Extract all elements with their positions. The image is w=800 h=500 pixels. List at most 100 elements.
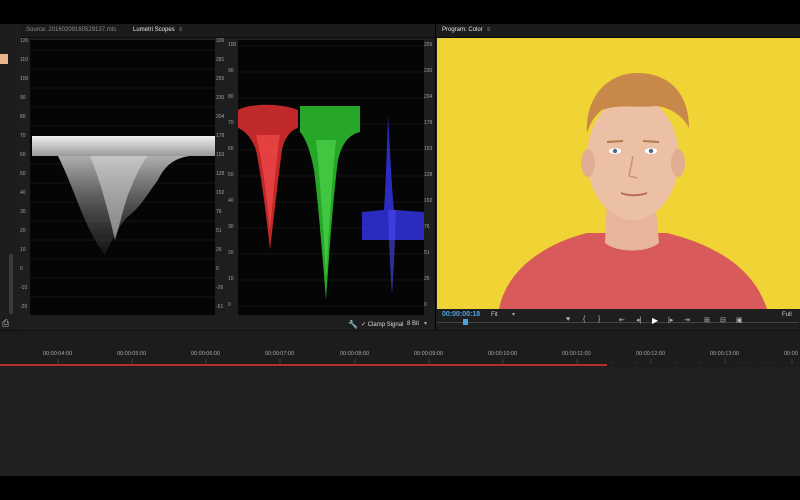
- rgb-right-tick: 230: [424, 68, 433, 74]
- luma-waveform-graph: [30, 49, 215, 298]
- rgb-left-tick: 100: [228, 42, 237, 48]
- ruler-timecode: 00:00: [784, 351, 798, 357]
- luma-right-tick: 281: [216, 57, 225, 63]
- luma-right-tick: 51: [216, 228, 222, 234]
- luma-left-tick: 20: [20, 228, 26, 234]
- luma-left-tick: -20: [20, 304, 28, 310]
- rgb-right-tick: 255: [424, 42, 433, 48]
- export-frame-icon[interactable]: ⎙: [2, 318, 9, 329]
- rgb-left-tick: 90: [228, 68, 234, 74]
- rgb-left-tick: 10: [228, 276, 234, 282]
- ruler-timecode: 00:00:11:00: [562, 351, 591, 357]
- panel-scrollbar[interactable]: [9, 254, 13, 314]
- add-marker-icon[interactable]: ♥: [566, 316, 570, 323]
- tab-lumetri-scopes[interactable]: Lumetri Scopes ≡: [133, 27, 182, 33]
- luma-right-tick: 153: [216, 152, 225, 158]
- timeline-panel: 00:00:04:00 00:00:05:00 00:00:06:00 00:0…: [0, 330, 800, 477]
- rgb-left-tick: 0: [228, 302, 231, 308]
- luma-left-tick: -10: [20, 285, 28, 291]
- luma-right-tick: 76: [216, 209, 222, 215]
- step-back-icon[interactable]: ◂|: [636, 316, 641, 324]
- ruler-timecode: 00:00:10:00: [488, 351, 518, 357]
- ruler-timecode: 00:00:13:00: [710, 351, 740, 357]
- timeline-tracks-area[interactable]: [0, 367, 800, 477]
- rgb-left-axis: 100 90 80 70 60 50 40 30 20 10 0: [228, 40, 238, 315]
- luma-left-tick: 80: [20, 114, 26, 120]
- luma-left-tick: 110: [20, 57, 28, 63]
- mark-out-icon[interactable]: }: [598, 316, 600, 323]
- rgb-parade: [238, 40, 424, 315]
- rgb-right-tick: 51: [424, 250, 430, 256]
- wrench-icon[interactable]: 🔧: [348, 320, 358, 329]
- step-forward-icon[interactable]: |▸: [668, 316, 673, 324]
- ruler-timecode: 00:00:04:00: [43, 351, 73, 357]
- scopes-footer: 🔧 ✓ Clamp Signal 8 Bit ▾: [20, 318, 435, 330]
- ruler-timecode: 00:00:08:00: [340, 351, 370, 357]
- extract-icon[interactable]: ⊟: [720, 316, 726, 324]
- rgb-right-tick: 128: [424, 172, 433, 178]
- rgb-right-tick: 153: [424, 146, 433, 152]
- lift-icon[interactable]: ⊞: [704, 316, 710, 324]
- go-to-out-icon[interactable]: ⇥: [684, 316, 690, 324]
- panel-menu-icon[interactable]: ≡: [179, 27, 183, 33]
- program-monitor-panel: Program: Color ≡ 00:00:00:18 Fit ▾ Full: [436, 24, 800, 330]
- clamp-signal-toggle[interactable]: ✓ Clamp Signal: [361, 321, 403, 328]
- luma-right-tick: 306: [216, 38, 225, 44]
- rgb-right-tick: 0: [424, 302, 427, 308]
- rgb-left-tick: 60: [228, 146, 234, 152]
- luma-left-tick: 90: [20, 95, 26, 101]
- top-bar: [0, 0, 800, 24]
- luma-right-tick: 255: [216, 76, 225, 82]
- luma-right-tick: -51: [216, 304, 224, 310]
- rgb-right-tick: 178: [424, 120, 433, 126]
- ruler-ticks: [57, 359, 793, 364]
- video-subject-image: [437, 38, 800, 309]
- luma-right-tick: 26: [216, 247, 222, 253]
- rgb-left-tick: 20: [228, 250, 234, 256]
- rgb-parade-graph: [238, 45, 424, 307]
- go-to-in-icon[interactable]: ⇤: [619, 316, 625, 324]
- rgb-right-axis: 255 230 204 178 153 128 102 76 51 26 0: [424, 40, 435, 315]
- luma-left-tick: 40: [20, 190, 26, 196]
- rgb-left-tick: 30: [228, 224, 234, 230]
- ruler-timecode: 00:00:06:00: [191, 351, 221, 357]
- program-tab-row: Program: Color ≡: [436, 24, 800, 38]
- luma-right-tick: 0: [216, 266, 219, 272]
- luma-right-tick: 128: [216, 171, 225, 177]
- work-area-bar[interactable]: [0, 364, 607, 366]
- luma-right-tick: -26: [216, 285, 224, 291]
- rgb-left-tick: 50: [228, 172, 234, 178]
- bit-depth-dropdown-icon[interactable]: ▾: [424, 320, 427, 327]
- luma-right-tick: 230: [216, 95, 225, 101]
- transport-controls: ♥ { } ⇤ ◂| ▶ |▸ ⇥ ⊞ ⊟ ▣: [436, 316, 800, 328]
- tab-source[interactable]: Source: 20160209160529137.mts: [26, 27, 116, 33]
- luma-left-axis: 120 110 100 90 80 70 60 50 40 30 20 10 0…: [20, 38, 30, 315]
- tab-program-color-label: Program: Color: [442, 27, 483, 33]
- left-panel-strip: ⎙: [0, 24, 21, 330]
- tab-program-color[interactable]: Program: Color ≡: [442, 27, 490, 33]
- rgb-left-tick: 70: [228, 120, 234, 126]
- ruler-timecode: 00:00:09:00: [414, 351, 444, 357]
- rgb-right-tick: 204: [424, 94, 433, 100]
- lumetri-scopes-panel: Source: 20160209160529137.mts Lumetri Sc…: [20, 24, 435, 330]
- rgb-right-tick: 76: [424, 224, 430, 230]
- luma-left-tick: 10: [20, 247, 26, 253]
- ruler-timecode: 00:00:07:00: [265, 351, 295, 357]
- panel-menu-icon[interactable]: ≡: [487, 27, 491, 33]
- luma-waveform: [30, 40, 215, 315]
- luma-left-tick: 70: [20, 133, 26, 139]
- timeline-ruler[interactable]: 00:00:04:00 00:00:05:00 00:00:06:00 00:0…: [0, 331, 800, 367]
- play-icon[interactable]: ▶: [652, 316, 658, 325]
- bottom-bar: [0, 476, 800, 500]
- mark-in-icon[interactable]: {: [583, 316, 585, 323]
- color-swatch[interactable]: [0, 54, 8, 64]
- luma-left-tick: 30: [20, 209, 26, 215]
- luma-right-tick: 204: [216, 114, 225, 120]
- rgb-left-tick: 80: [228, 94, 234, 100]
- ruler-timecode: 00:00:12:00: [636, 351, 666, 357]
- bit-depth-label: 8 Bit: [407, 321, 420, 327]
- luma-left-tick: 100: [20, 76, 29, 82]
- export-frame-button-icon[interactable]: ▣: [736, 316, 743, 324]
- program-video-frame: [437, 38, 800, 309]
- rgb-left-tick: 40: [228, 198, 234, 204]
